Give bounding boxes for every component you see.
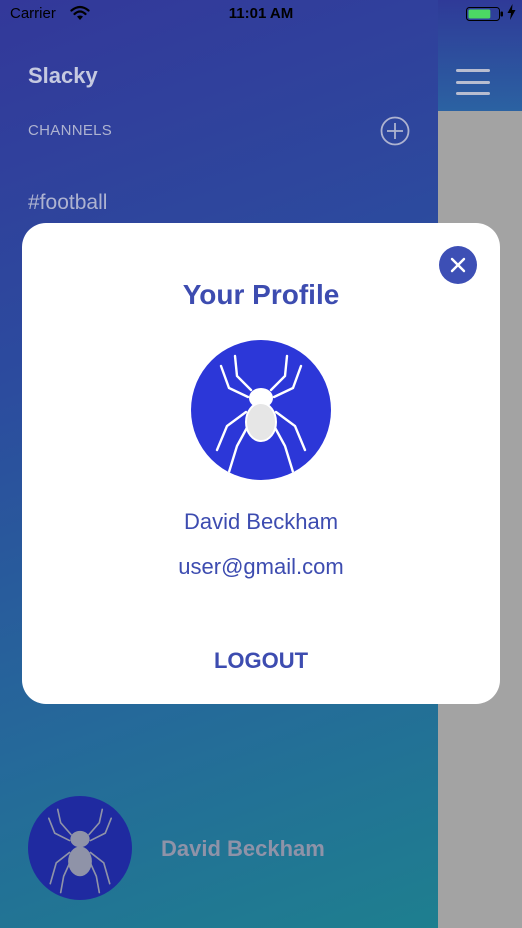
modal-title: Your Profile (182, 279, 340, 310)
spider-icon (215, 354, 307, 474)
channels-label: CHANNELS (28, 122, 113, 139)
sidebar-user-avatar[interactable] (28, 796, 132, 900)
spider-icon (47, 808, 113, 894)
app-title: Slacky (28, 63, 98, 88)
hamburger-icon[interactable] (456, 69, 490, 95)
profile-avatar (191, 340, 331, 480)
status-time: 11:01 AM (228, 5, 294, 22)
sidebar-user-name[interactable]: David Beckham (161, 836, 325, 862)
battery-icon (466, 7, 503, 21)
profile-email: user@gmail.com (178, 554, 344, 579)
add-channel-button[interactable] (380, 116, 410, 146)
channel-item-football[interactable]: #football (28, 191, 107, 215)
logout-button[interactable]: LOGOUT (22, 648, 500, 674)
profile-name: David Beckham (183, 509, 339, 534)
plus-circle-icon (380, 116, 410, 146)
profile-modal: Your Profile David Beckham user@gmail.co… (22, 223, 500, 704)
charging-bolt-icon (507, 4, 516, 20)
status-bar: Carrier 11:01 AM (0, 0, 522, 30)
